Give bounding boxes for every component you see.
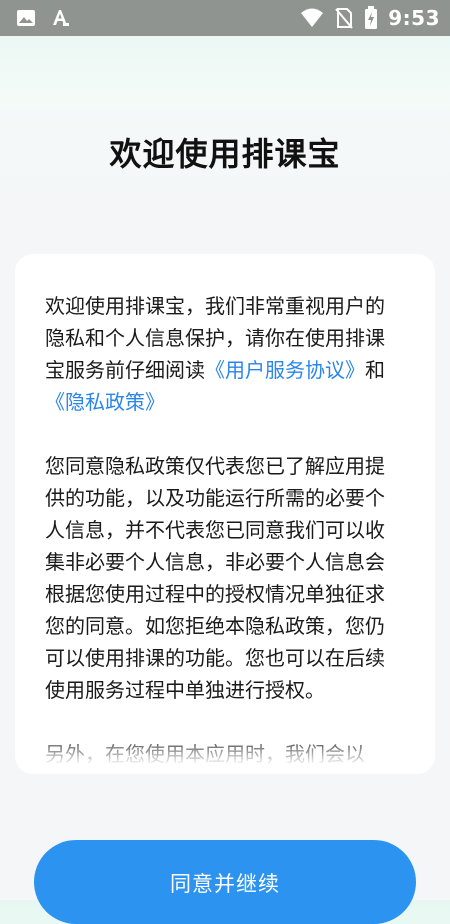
page-title: 欢迎使用排课宝 <box>109 135 341 173</box>
agreement-card[interactable]: 欢迎使用排课宝，我们非常重视用户的隐私和个人信息保护，请你在使用排课宝服务前仔细… <box>15 254 435 774</box>
and-text: 和 <box>365 358 385 382</box>
status-left <box>16 8 70 28</box>
agree-button-label: 同意并继续 <box>170 872 280 896</box>
status-time: 9:53 <box>388 6 440 30</box>
agreement-intro: 欢迎使用排课宝，我们非常重视用户的隐私和个人信息保护，请你在使用排课宝服务前仔细… <box>45 290 397 418</box>
user-agreement-link[interactable]: 《用户服务协议》 <box>205 358 365 382</box>
status-bar: 9:53 <box>0 0 450 36</box>
agree-continue-button[interactable]: 同意并继续 <box>34 840 416 924</box>
no-sim-icon <box>334 7 354 29</box>
status-right: 9:53 <box>300 6 440 30</box>
agreement-paragraph-3: 另外，在您使用本应用时，我们会以 <box>45 742 365 766</box>
agreement-text: 欢迎使用排课宝，我们非常重视用户的隐私和个人信息保护，请你在使用排课宝服务前仔细… <box>45 290 397 774</box>
wifi-icon <box>300 7 324 29</box>
image-icon <box>16 8 36 28</box>
privacy-policy-link[interactable]: 《隐私政策》 <box>45 390 165 414</box>
agreement-paragraph-2: 您同意隐私政策仅代表您已了解应用提供的功能，以及功能运行所需的必要个人信息，并不… <box>45 454 385 702</box>
font-icon <box>50 8 70 28</box>
battery-icon <box>364 6 378 30</box>
